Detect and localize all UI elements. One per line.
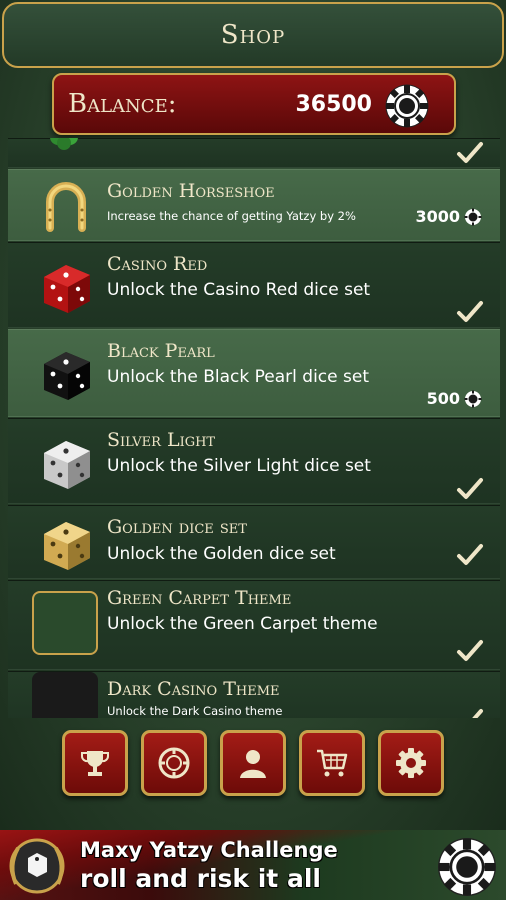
chips-button[interactable] <box>141 730 207 796</box>
promo-banner[interactable]: Maxy Yatzy Challenge roll and risk it al… <box>0 830 506 900</box>
poker-chip-icon <box>464 390 482 407</box>
item-title: Dark Casino Theme <box>107 678 280 700</box>
trophy-icon <box>81 751 109 776</box>
profile-button[interactable] <box>220 730 286 796</box>
item-description: Unlock the Golden dice set <box>107 544 336 564</box>
item-description: Increase the chance of getting Yatzy by … <box>107 209 356 223</box>
shop-item-golden-dice-set[interactable]: Golden dice set Unlock the Golden dice s… <box>8 505 500 579</box>
item-title: Black Pearl <box>107 340 215 362</box>
balance-value: 36500 <box>295 92 372 117</box>
bottom-nav <box>62 730 446 798</box>
owned-check-icon <box>457 142 483 163</box>
item-description: Unlock the Black Pearl dice set <box>107 367 369 387</box>
page-title: Shop <box>220 20 286 50</box>
owned-check-icon <box>457 478 483 499</box>
golden-dice-icon <box>44 522 90 570</box>
shop-item-green-carpet-theme[interactable]: Green Carpet Theme Unlock the Green Carp… <box>8 580 500 670</box>
red-dice-icon <box>44 265 90 313</box>
owned-check-icon <box>457 544 483 565</box>
dark-theme-swatch-icon <box>32 672 98 718</box>
item-title: Green Carpet Theme <box>107 587 292 609</box>
item-description: Unlock the Silver Light dice set <box>107 456 371 476</box>
poker-chip-icon <box>438 838 496 896</box>
banner-title: Maxy Yatzy Challenge <box>80 838 338 862</box>
profile-icon <box>240 750 266 778</box>
silver-dice-icon <box>44 441 90 489</box>
item-description: Unlock the Casino Red dice set <box>107 280 371 300</box>
black-dice-icon <box>44 352 90 400</box>
settings-button[interactable] <box>378 730 444 796</box>
achievements-button[interactable] <box>62 730 128 796</box>
shop-item-clover[interactable] <box>8 138 500 168</box>
item-title: Casino Red <box>107 253 208 275</box>
poker-chip-icon <box>464 208 482 225</box>
shop-item-dark-casino-theme[interactable]: Dark Casino Theme Unlock the Dark Casino… <box>8 671 500 718</box>
owned-check-icon <box>457 301 483 322</box>
shop-button[interactable] <box>299 730 365 796</box>
price-tag[interactable]: 3000 <box>415 207 482 226</box>
balance-label: Balance: <box>68 89 177 119</box>
price-value: 500 <box>426 389 460 408</box>
shop-item-silver-light[interactable]: Silver Light Unlock the Silver Light dic… <box>8 418 500 504</box>
gear-icon <box>396 748 426 778</box>
item-description: Unlock the Green Carpet theme <box>107 614 378 634</box>
cart-icon <box>317 749 348 777</box>
shop-item-casino-red[interactable]: Casino Red Unlock the Casino Red dice se… <box>8 242 500 328</box>
poker-chip-icon <box>385 84 429 128</box>
header-bar: Shop <box>2 2 504 68</box>
item-title: Golden Horseshoe <box>107 180 275 202</box>
laurel-dice-badge-icon <box>9 838 65 894</box>
banner-subtitle: roll and risk it all <box>80 864 321 893</box>
shop-item-golden-horseshoe[interactable]: Golden Horseshoe Increase the chance of … <box>8 169 500 241</box>
green-theme-swatch-icon <box>32 591 98 655</box>
item-title: Silver Light <box>107 429 216 451</box>
owned-check-icon <box>457 640 483 661</box>
shop-list[interactable]: Golden Horseshoe Increase the chance of … <box>8 138 500 718</box>
item-description: Unlock the Dark Casino theme <box>107 704 283 718</box>
shop-item-black-pearl[interactable]: Black Pearl Unlock the Black Pearl dice … <box>8 329 500 417</box>
clover-icon <box>50 138 78 150</box>
owned-check-icon <box>472 709 483 718</box>
chip-icon <box>158 747 190 779</box>
horseshoe-icon <box>46 182 86 232</box>
price-tag[interactable]: 500 <box>427 389 482 408</box>
balance-panel: Balance: 36500 <box>52 73 456 135</box>
item-title: Golden dice set <box>107 516 247 538</box>
price-value: 3000 <box>415 207 460 226</box>
